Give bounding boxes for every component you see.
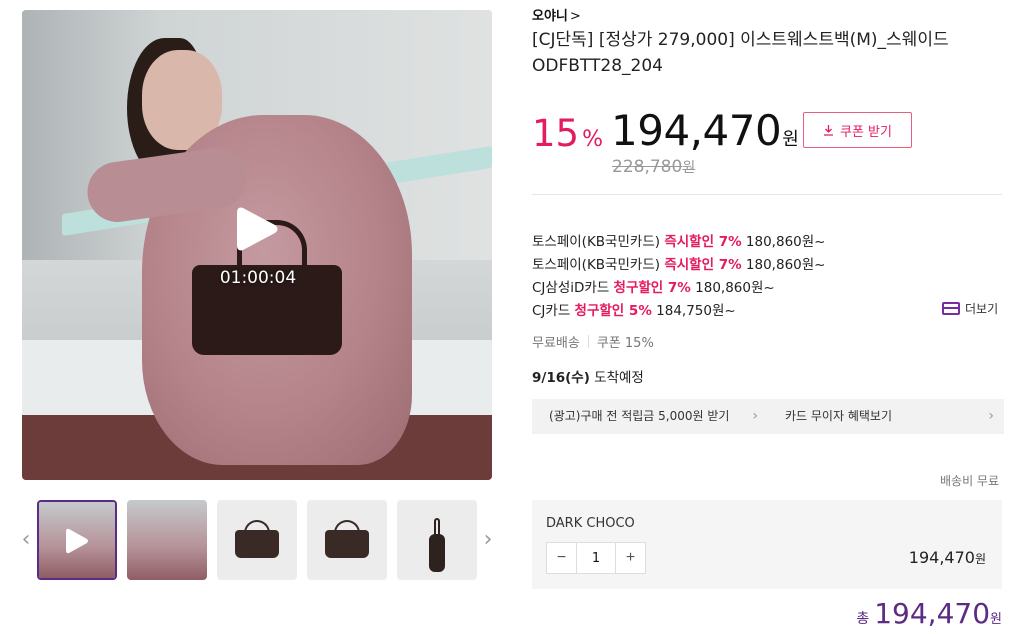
free-shipping-badge: 무료배송 xyxy=(532,336,580,351)
card-benefit-item: CJ삼성iD카드 청구할인 7% 180,860원~ xyxy=(532,276,1002,299)
benefit-badges: 무료배송 쿠폰 15% xyxy=(532,332,654,351)
more-label: 더보기 xyxy=(965,302,999,316)
arrival-label: 도착예정 xyxy=(589,370,644,386)
thumbnail-bag-front[interactable] xyxy=(217,500,297,580)
card-benefit-discount: 청구할인 5% xyxy=(574,303,652,319)
thumbnail-prev-button[interactable]: ‹ xyxy=(19,528,33,552)
card-benefit-card: 토스페이(KB국민카드) xyxy=(532,234,665,250)
card-benefit-price: 180,860원~ xyxy=(741,257,826,273)
bag-image xyxy=(325,530,369,558)
card-benefit-price: 184,750원~ xyxy=(651,303,736,319)
original-price: 228,780원 xyxy=(612,157,695,177)
bag-image xyxy=(429,534,445,572)
total-price: 총 194,470원 xyxy=(856,597,1002,630)
chevron-right-icon: > xyxy=(569,9,581,24)
thumbnail-model[interactable] xyxy=(127,500,207,580)
quantity-stepper: − + xyxy=(546,542,646,574)
card-benefit-discount: 즉시할인 7% xyxy=(664,257,742,273)
brand-name: 오야니 xyxy=(532,9,568,24)
quantity-decrease-button[interactable]: − xyxy=(547,543,577,573)
brand-link[interactable]: 오야니 > xyxy=(532,5,581,24)
card-benefit-card: 토스페이(KB국민카드) xyxy=(532,257,665,273)
thumbnail-video[interactable] xyxy=(37,500,117,580)
currency-unit: 원 xyxy=(990,612,1002,627)
thumbnail-bag-angle[interactable] xyxy=(307,500,387,580)
download-icon xyxy=(824,125,833,136)
currency-unit: 원 xyxy=(782,129,799,150)
main-product-video[interactable]: 01:00:04 xyxy=(22,10,492,480)
option-name: DARK CHOCO xyxy=(546,516,635,531)
card-benefit-discount: 즉시할인 7% xyxy=(664,234,742,250)
bag-image xyxy=(235,530,279,558)
quantity-increase-button[interactable]: + xyxy=(615,543,645,573)
arrival-estimate: 9/16(수) 도착예정 xyxy=(532,366,644,386)
card-benefit-card: CJ카드 xyxy=(532,303,575,319)
product-title: [CJ단독] [정상가 279,000] 이스트웨스트백(M)_스웨이드 ODF… xyxy=(532,30,949,76)
quantity-input[interactable] xyxy=(577,543,615,573)
discount-unit: % xyxy=(582,127,603,152)
coupon-download-button[interactable]: 쿠폰 받기 xyxy=(803,112,912,148)
coupon-badge: 쿠폰 15% xyxy=(596,336,654,351)
option-price: 194,470원 xyxy=(909,548,986,567)
chevron-right-icon: › xyxy=(752,408,758,424)
currency-unit: 원 xyxy=(682,160,696,176)
play-icon xyxy=(66,528,88,554)
chevron-right-icon: › xyxy=(988,408,994,424)
card-benefit-card: CJ삼성iD카드 xyxy=(532,280,614,296)
divider xyxy=(532,194,1002,195)
shipping-fee: 배송비 무료 xyxy=(940,474,1000,488)
card-benefit-item: 토스페이(KB국민카드) 즉시할인 7% 180,860원~ xyxy=(532,253,1002,276)
card-benefit-item: 토스페이(KB국민카드) 즉시할인 7% 180,860원~ xyxy=(532,230,1002,253)
card-benefit-more-button[interactable]: 더보기 xyxy=(942,300,998,317)
sale-price-value: 194,470 xyxy=(611,106,782,155)
promo-label: (광고)구매 전 적립금 5,000원 받기 xyxy=(549,409,730,423)
total-label: 총 xyxy=(856,611,870,627)
discount-value: 15 xyxy=(532,112,580,155)
promo-points-link[interactable]: (광고)구매 전 적립금 5,000원 받기 › xyxy=(532,399,768,434)
thumbnail-next-button[interactable]: › xyxy=(481,528,495,552)
card-benefit-price: 180,860원~ xyxy=(741,234,826,250)
play-icon[interactable] xyxy=(235,204,279,254)
arrival-date: 9/16(수) xyxy=(532,370,590,386)
video-duration: 01:00:04 xyxy=(219,268,297,288)
total-amount: 194,470 xyxy=(874,597,991,630)
credit-card-icon xyxy=(942,302,960,315)
card-benefit-discount: 청구할인 7% xyxy=(613,280,691,296)
option-price-value: 194,470 xyxy=(908,548,975,567)
discount-rate: 15% xyxy=(532,112,603,155)
selected-option-box: DARK CHOCO − + 194,470원 xyxy=(532,500,1002,589)
card-benefit-list: 토스페이(KB국민카드) 즉시할인 7% 180,860원~ 토스페이(KB국민… xyxy=(532,230,1002,322)
promo-label: 카드 무이자 혜택보기 xyxy=(785,409,892,423)
sale-price: 194,470원 xyxy=(611,106,799,155)
divider xyxy=(587,335,589,348)
card-benefit-item: CJ카드 청구할인 5% 184,750원~ xyxy=(532,299,1002,322)
promo-bar: (광고)구매 전 적립금 5,000원 받기 › 카드 무이자 혜택보기 › xyxy=(532,399,1004,434)
currency-unit: 원 xyxy=(974,552,986,566)
card-benefit-price: 180,860원~ xyxy=(690,280,775,296)
promo-card-installment-link[interactable]: 카드 무이자 혜택보기 › xyxy=(768,399,1004,434)
thumbnail-image xyxy=(127,500,207,580)
original-price-value: 228,780 xyxy=(612,157,683,177)
coupon-label: 쿠폰 받기 xyxy=(840,124,892,140)
thumbnail-bag-side[interactable] xyxy=(397,500,477,580)
